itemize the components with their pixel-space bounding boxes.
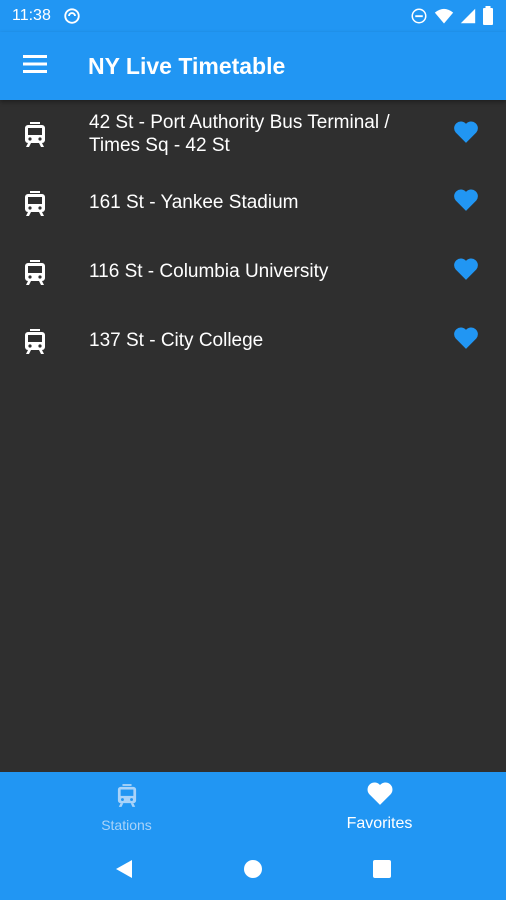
hamburger-menu-icon: [23, 54, 47, 78]
menu-button[interactable]: [0, 32, 70, 100]
tab-stations-label: Stations: [101, 816, 152, 833]
heart-icon: [453, 188, 479, 217]
status-time: 11:38: [12, 7, 51, 24]
tab-stations[interactable]: Stations: [0, 772, 253, 842]
heart-icon: [453, 120, 479, 149]
favorite-stations-list: 42 St - Port Authority Bus Terminal / Ti…: [0, 100, 506, 375]
tram-icon: [117, 782, 137, 813]
battery-icon: [482, 6, 494, 26]
station-name: 137 St - City College: [89, 330, 264, 351]
station-name: 116 St - Columbia University: [89, 261, 329, 282]
tab-favorites-label: Favorites: [346, 815, 413, 832]
station-row[interactable]: 161 St - Yankee Stadium: [0, 168, 506, 237]
bottom-navigation: Stations Favorites: [0, 772, 506, 842]
favorite-toggle[interactable]: [426, 188, 506, 217]
back-button[interactable]: [104, 851, 144, 891]
tram-icon: [0, 189, 70, 217]
recents-button[interactable]: [362, 851, 402, 891]
favorite-toggle[interactable]: [426, 326, 506, 355]
recents-square-icon: [372, 859, 391, 883]
tab-favorites[interactable]: Favorites: [253, 772, 506, 842]
do-not-disturb-icon: [410, 7, 428, 25]
station-name: 161 St - Yankee Stadium: [89, 192, 299, 213]
app-screen: 11:38 NY Live Timetable 42 St - Port Aut…: [0, 0, 506, 900]
app-title: NY Live Timetable: [88, 52, 286, 79]
home-circle-icon: [243, 859, 263, 884]
station-row[interactable]: 42 St - Port Authority Bus Terminal / Ti…: [0, 100, 506, 168]
tram-icon: [0, 327, 70, 355]
app-bar: NY Live Timetable: [0, 32, 506, 100]
signal-icon: [460, 8, 476, 24]
status-bar: 11:38: [0, 0, 506, 32]
back-triangle-icon: [115, 859, 133, 884]
heart-icon: [366, 781, 394, 811]
heart-icon: [453, 326, 479, 355]
data-saver-icon: [63, 7, 81, 25]
tram-icon: [0, 120, 70, 148]
home-button[interactable]: [233, 851, 273, 891]
wifi-icon: [434, 7, 454, 25]
station-name: 42 St - Port Authority Bus Terminal / Ti…: [89, 112, 390, 156]
tram-icon: [0, 258, 70, 286]
favorite-toggle[interactable]: [426, 120, 506, 149]
heart-icon: [453, 257, 479, 286]
station-row[interactable]: 116 St - Columbia University: [0, 237, 506, 306]
favorite-toggle[interactable]: [426, 257, 506, 286]
station-row[interactable]: 137 St - City College: [0, 306, 506, 375]
system-navigation-bar: [0, 842, 506, 900]
